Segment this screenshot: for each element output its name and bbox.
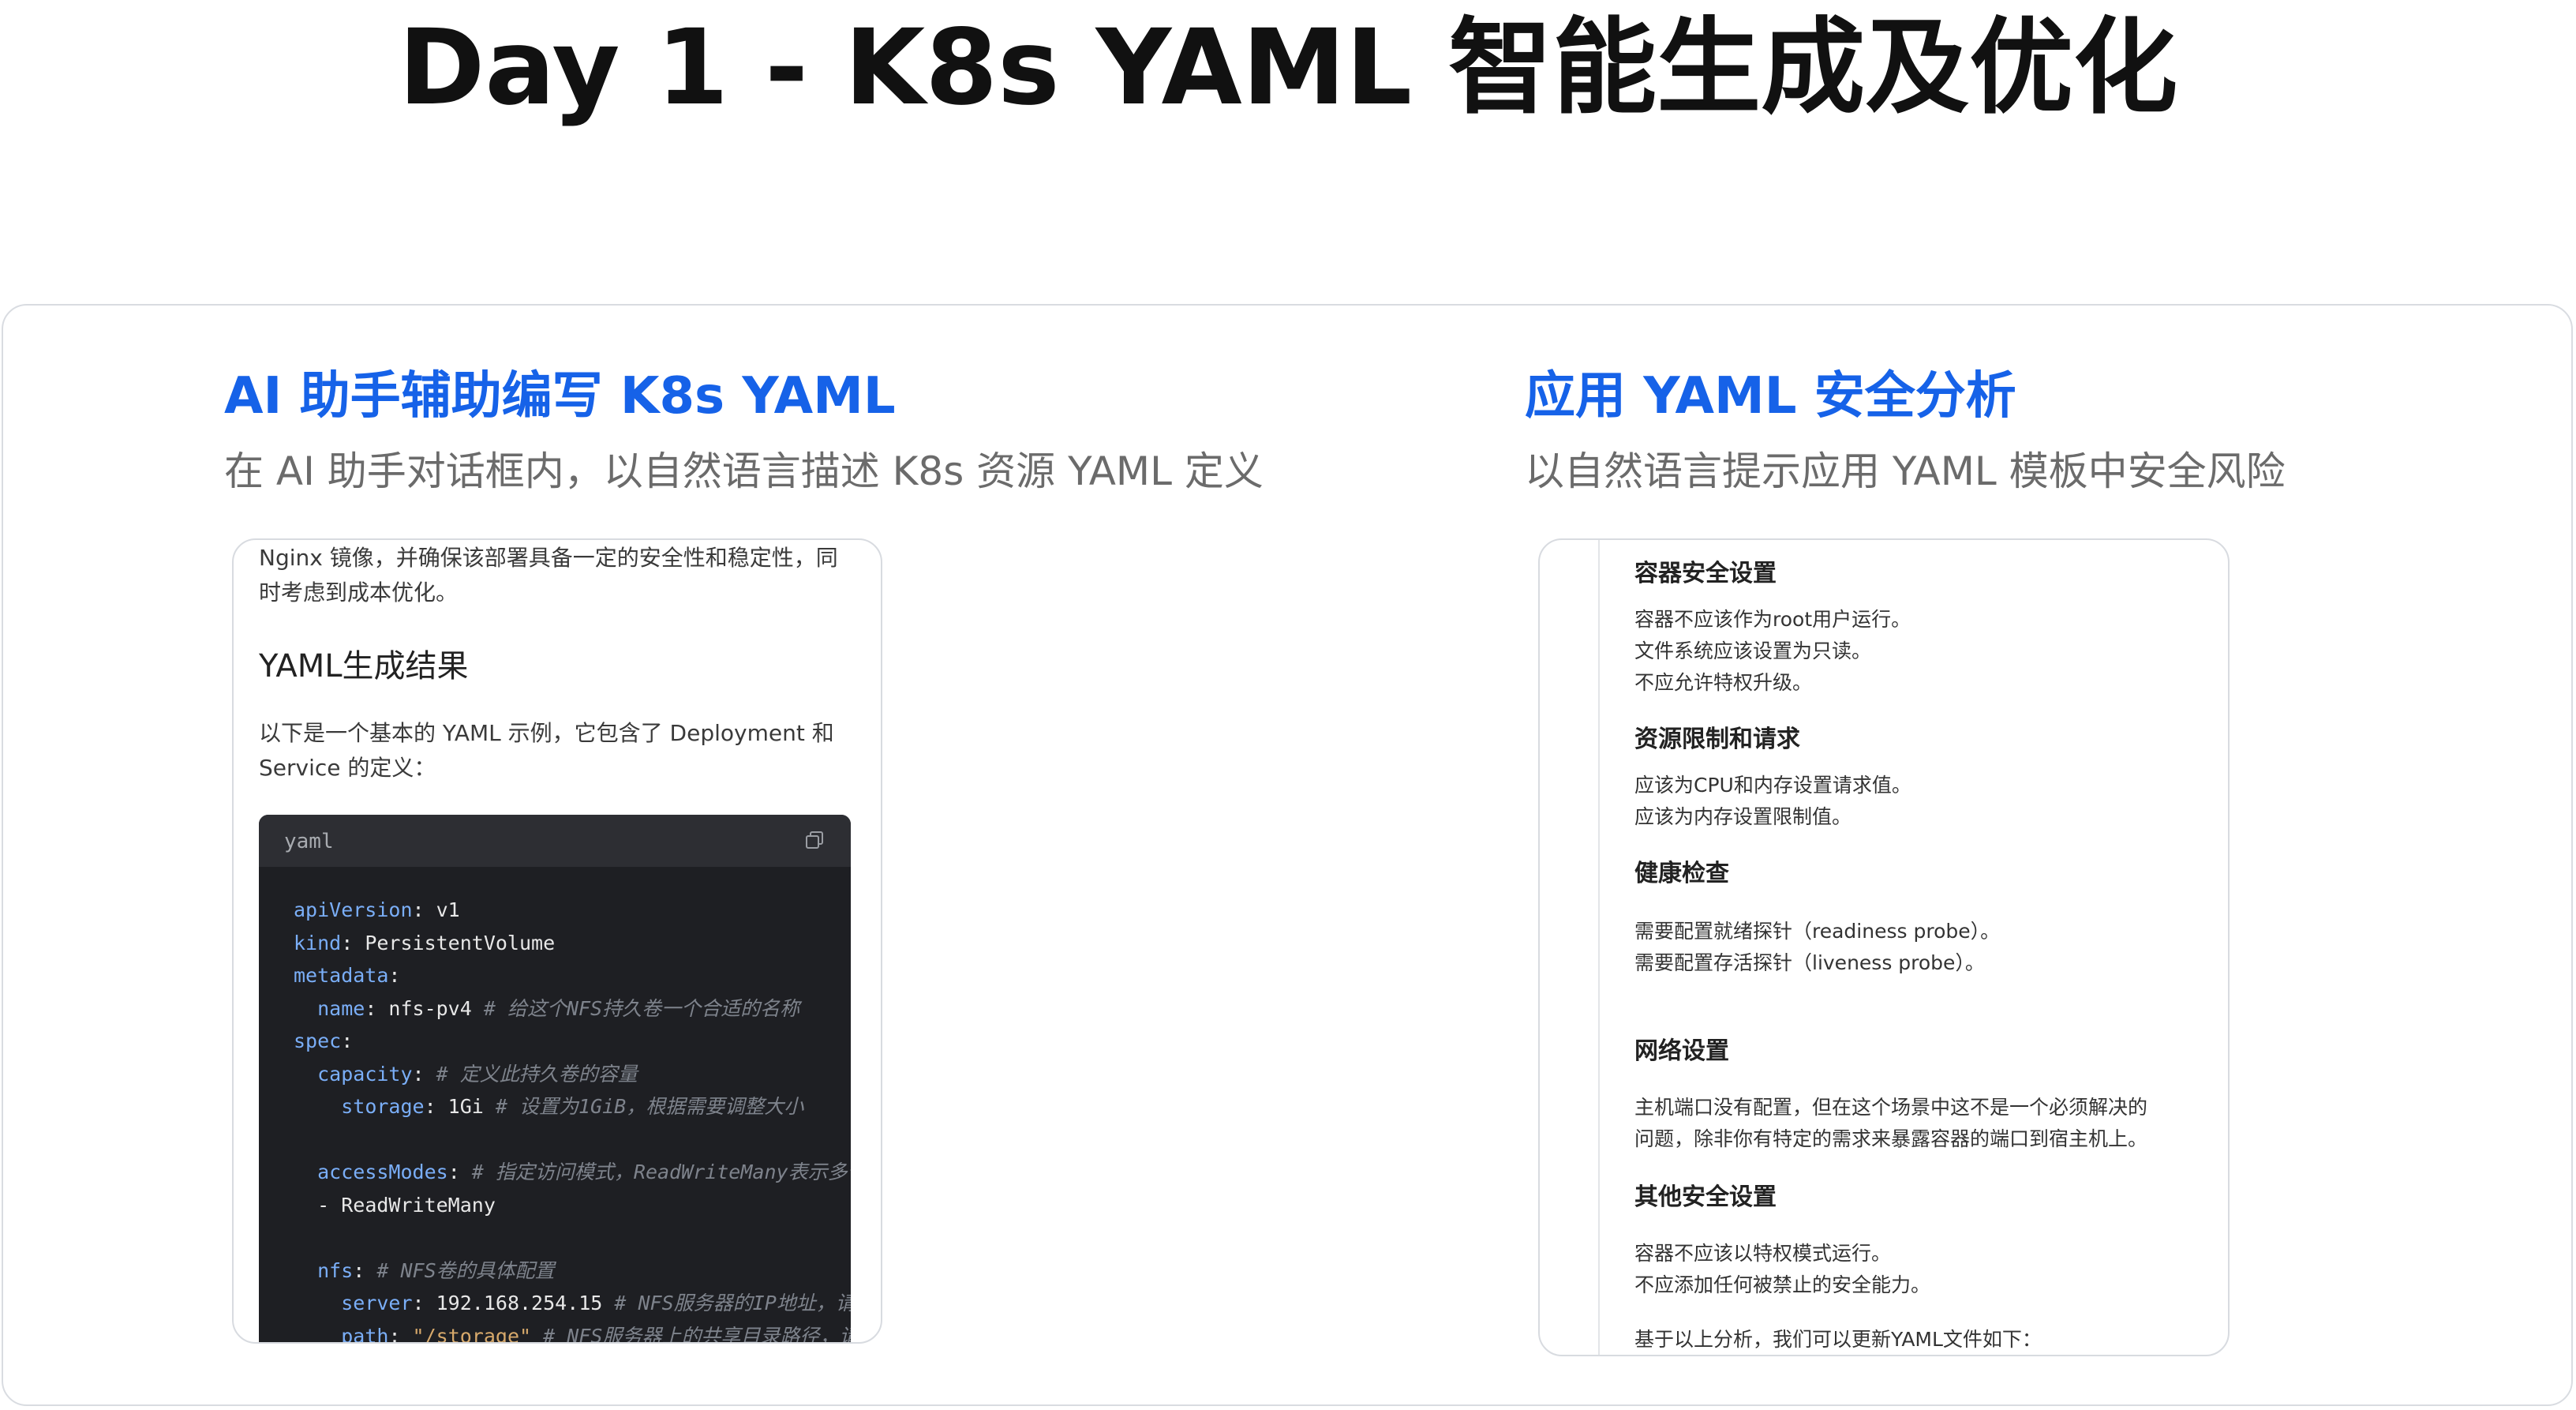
section-title: 容器安全设置: [1634, 560, 1777, 587]
result-desc-line1: 以下是一个基本的 YAML 示例，它包含了 Deployment 和: [259, 720, 834, 746]
section-line: 需要配置就绪探针（readiness probe）。: [1634, 920, 2001, 943]
code-content: apiVersion: v1 kind: PersistentVolume me…: [294, 898, 851, 1344]
section-line: 问题，除非你有特定的需求来暴露容器的端口到宿主机上。: [1634, 1127, 2148, 1150]
code-language-label: yaml: [284, 830, 334, 853]
right-subheading: 以自然语言提示应用 YAML 模板中安全风险: [1525, 448, 2286, 494]
section-title: 其他安全设置: [1634, 1183, 1777, 1211]
section-line: 需要配置存活探针（liveness probe）。: [1634, 951, 1985, 974]
page-title: Day 1 - K8s YAML 智能生成及优化: [398, 7, 2178, 129]
right-heading: 应用 YAML 安全分析: [1525, 367, 2016, 426]
section-line: 不应添加任何被禁止的安全能力。: [1634, 1273, 1931, 1296]
result-desc-line2: Service 的定义：: [259, 755, 436, 781]
code-block: yaml apiVersion: v1 kind: PersistentVolu…: [259, 815, 851, 1344]
result-heading: YAML生成结果: [259, 648, 469, 684]
ai-chat-screenshot: Nginx 镜像，并确保该部署具备一定的安全性和稳定性，同 时考虑到成本优化。 …: [232, 538, 882, 1344]
security-analysis-screenshot: 容器安全设置 容器不应该作为root用户运行。 文件系统应该设置为只读。 不应允…: [1538, 538, 2230, 1356]
section-title: 健康检查: [1634, 860, 1729, 887]
section-line: 应该为CPU和内存设置请求值。: [1634, 774, 1911, 797]
copy-icon[interactable]: [805, 831, 824, 849]
section-line: 文件系统应该设置为只读。: [1634, 639, 1872, 662]
section-line: 主机端口没有配置，但在这个场景中这不是一个必须解决的: [1634, 1096, 2148, 1119]
section-title: 网络设置: [1634, 1037, 1729, 1065]
divider: [1598, 540, 1600, 1355]
section-line: 容器不应该作为root用户运行。: [1634, 608, 1911, 631]
left-subheading: 在 AI 助手对话框内，以自然语言描述 K8s 资源 YAML 定义: [224, 448, 1264, 494]
section-line: 容器不应该以特权模式运行。: [1634, 1242, 1892, 1265]
section-title: 资源限制和请求: [1634, 726, 1800, 753]
section-line: 不应允许特权升级。: [1634, 671, 1813, 694]
section-line: 应该为内存设置限制值。: [1634, 805, 1852, 828]
left-heading: AI 助手辅助编写 K8s YAML: [224, 367, 896, 426]
content-panel: AI 助手辅助编写 K8s YAML 在 AI 助手对话框内，以自然语言描述 K…: [2, 304, 2573, 1406]
chat-prompt-line2: 时考虑到成本优化。: [259, 579, 459, 606]
code-block-header: yaml: [259, 815, 851, 867]
analysis-footer: 基于以上分析，我们可以更新YAML文件如下：: [1634, 1328, 2042, 1351]
chat-prompt-line1: Nginx 镜像，并确保该部署具备一定的安全性和稳定性，同: [259, 545, 838, 571]
slide: Day 1 - K8s YAML 智能生成及优化 AI 助手辅助编写 K8s Y…: [0, 0, 2576, 1410]
